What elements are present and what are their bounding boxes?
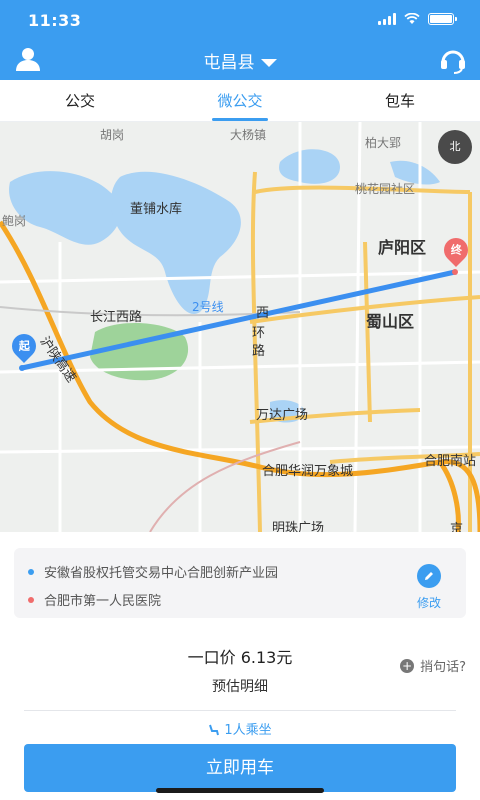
address-card: 安徽省股权托管交易中心合肥创新产业园 合肥市第一人民医院 修改 [14, 548, 466, 618]
end-address: 合肥市第一人民医院 [44, 594, 162, 609]
divider [24, 710, 456, 711]
chevron-down-icon [260, 59, 277, 67]
edit-label: 修改 [416, 596, 441, 610]
route-map[interactable]: 胡岗 大杨镇 柏大郢 桃花园社区 董铺水库 鲍岗 庐阳区 长江西路 2号线 西 … [0, 122, 480, 532]
start-address: 安徽省股权托管交易中心合肥创新产业园 [44, 566, 279, 581]
tab-bus[interactable]: 公交 [0, 80, 160, 121]
map-label: 万达广场 [256, 408, 309, 423]
map-label: 鲍岗 [2, 214, 27, 228]
city-selector[interactable]: 屯昌县 [0, 48, 480, 73]
map-label: 环 [252, 326, 266, 341]
home-indicator [156, 788, 324, 793]
end-dot-icon [28, 596, 34, 603]
map-label: 2号线 [192, 300, 224, 314]
map-label: 桃花园社区 [355, 182, 416, 196]
message-label: 捎句话? [420, 660, 466, 675]
nav-bar: 屯昌县 [0, 42, 480, 80]
map-label: 合肥南站 [424, 454, 477, 469]
passenger-selector[interactable]: 1人乘坐 [0, 719, 480, 738]
message-button[interactable]: + 捎句话? [400, 656, 466, 675]
battery-icon [428, 13, 457, 25]
city-name: 屯昌县 [203, 53, 255, 73]
headset-icon[interactable] [438, 46, 468, 74]
map-label: 长江西路 [90, 310, 143, 325]
status-bar: 11:33 [0, 0, 480, 42]
map-label: 大杨镇 [230, 128, 267, 142]
map-label: 明珠广场 [272, 521, 325, 532]
status-icons [378, 13, 457, 25]
tab-micro-bus[interactable]: 微公交 [160, 80, 320, 121]
edit-button[interactable]: 修改 [406, 564, 452, 611]
end-address-row[interactable]: 合肥市第一人民医院 [28, 590, 161, 609]
plus-icon: + [400, 658, 415, 673]
map-label: 蜀山区 [366, 312, 415, 331]
map-label: 京 [450, 522, 464, 532]
map-label: 合肥华润万象城 [262, 464, 354, 479]
map-label: 董铺水库 [130, 202, 183, 217]
map-label: 庐阳区 [378, 238, 427, 257]
price-detail-link[interactable]: 预估明细 [0, 676, 480, 696]
pencil-icon [417, 564, 441, 588]
start-address-row[interactable]: 安徽省股权托管交易中心合肥创新产业园 [28, 562, 278, 581]
status-time: 11:33 [28, 11, 82, 30]
tab-charter[interactable]: 包车 [320, 80, 480, 121]
map-label: 西 [256, 306, 270, 321]
passenger-count: 1人乘坐 [224, 723, 272, 738]
map-label: 柏大郢 [365, 136, 402, 150]
map-label: 胡岗 [100, 128, 125, 142]
mode-tabs: 公交 微公交 包车 [0, 80, 480, 122]
wifi-icon [404, 13, 420, 24]
map-label: 路 [252, 344, 266, 359]
start-dot-icon [28, 568, 34, 575]
cellular-signal-icon [378, 13, 396, 25]
compass-icon[interactable]: 北 [438, 130, 472, 164]
seat-icon [209, 724, 220, 736]
book-now-button[interactable]: 立即用车 [24, 744, 456, 792]
